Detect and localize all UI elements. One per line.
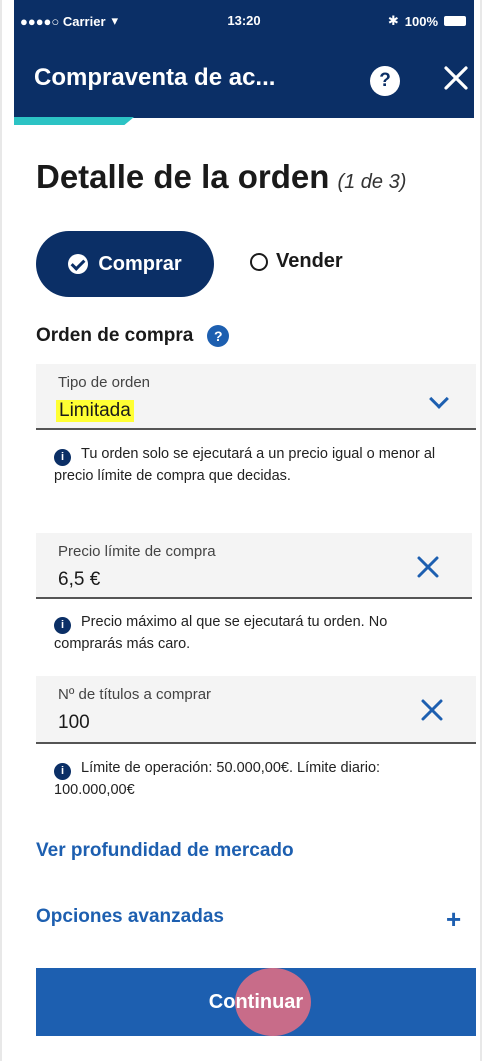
page-title-text: Detalle de la orden [36,158,330,195]
page-step: (1 de 3) [337,171,407,193]
phone-frame: ●●●●○ Carrier ▾ 13:20 ✱ 100% Compraventa… [0,0,482,1061]
limit-price-value: 6,5 € [58,569,101,590]
section-label: Orden de compra [36,325,194,346]
limit-price-hint-text: Precio máximo al que se ejecutará tu ord… [54,614,388,652]
check-icon [68,254,89,274]
section-title: Orden de compra ? [36,325,230,347]
clear-icon[interactable] [420,698,444,722]
battery-status: ✱ 100% [388,13,466,29]
quantity-field[interactable]: Nº de títulos a comprar 100 [36,676,476,744]
continue-label: Continuar [208,991,304,1013]
bluetooth-icon: ✱ [387,13,399,28]
info-icon: i [54,617,71,634]
battery-label: 100% [404,13,438,29]
quantity-value: 100 [58,712,90,733]
limit-price-hint: i Precio máximo al que se ejecutará tu or… [54,612,450,654]
limit-price-field[interactable]: Precio límite de compra 6,5 € [36,533,472,599]
sell-label: Vender [276,250,343,272]
buy-label: Comprar [98,252,182,275]
advanced-options-link[interactable]: Opciones avanzadas [36,906,224,928]
order-type-hint: i Tu orden solo se ejecutará a un precio … [54,444,450,486]
page-title: Detalle de la orden (1 de 3) [36,158,406,196]
info-icon: i [54,449,71,466]
section-help-icon[interactable]: ? [207,325,230,347]
buy-toggle-button[interactable]: Comprar [36,231,214,297]
help-button[interactable]: ? [370,66,400,96]
quantity-hint-text: Límite de operación: 50.000,00€. Límite … [54,760,381,798]
header-title: Compraventa de ac... [34,64,276,91]
market-depth-link[interactable]: Ver profundidad de mercado [36,840,294,862]
quantity-hint: i Límite de operación: 50.000,00€. Límite… [54,758,450,800]
order-type-label: Tipo de orden [58,374,151,391]
progress-accent [14,117,134,125]
clear-icon[interactable] [416,555,440,579]
radio-icon [250,252,268,271]
order-type-hint-text: Tu orden solo se ejecutará a un precio i… [54,446,436,484]
status-bar: ●●●●○ Carrier ▾ 13:20 ✱ 100% [14,0,474,40]
order-type-select[interactable]: Tipo de orden Limitada [36,364,476,430]
info-icon: i [54,763,71,780]
sell-toggle-button[interactable]: Vender [250,250,343,273]
plus-icon[interactable]: + [446,904,461,935]
chevron-down-icon [429,389,449,409]
app-header: Compraventa de ac... ? [14,40,474,118]
close-icon[interactable] [442,64,470,92]
order-type-value: Limitada [56,400,134,422]
battery-icon [444,16,466,26]
limit-price-label: Precio límite de compra [58,543,216,560]
quantity-label: Nº de títulos a comprar [58,686,212,703]
